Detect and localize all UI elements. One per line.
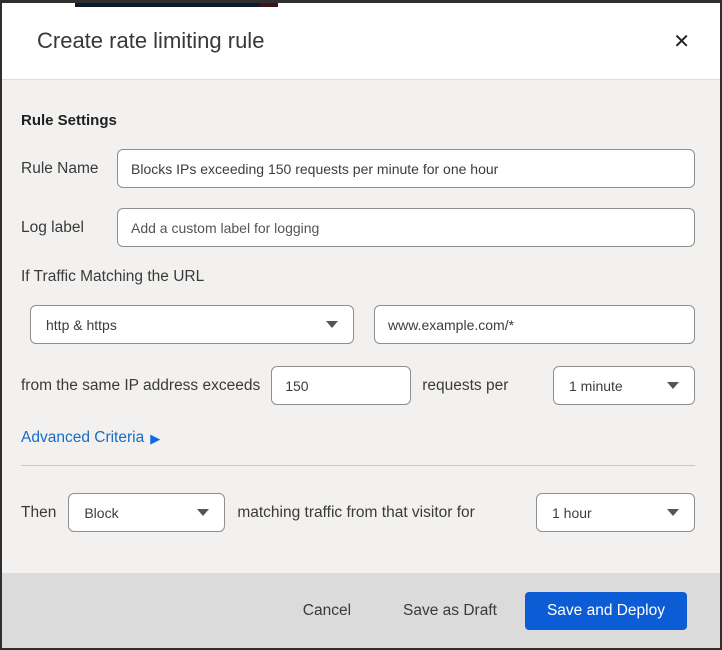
- close-button[interactable]: ✕: [669, 27, 694, 55]
- url-pattern-input[interactable]: [374, 305, 695, 344]
- dialog-header: Create rate limiting rule ✕: [2, 3, 720, 80]
- action-select-value: Block: [84, 504, 119, 521]
- action-row: Then Block matching traffic from that vi…: [21, 493, 695, 532]
- duration-select[interactable]: 1 hour: [536, 493, 695, 532]
- then-label: Then: [21, 503, 57, 521]
- action-select[interactable]: Block: [68, 493, 226, 532]
- create-rate-limiting-rule-dialog: Create rate limiting rule ✕ Rule Setting…: [0, 0, 722, 650]
- section-divider: [21, 465, 695, 466]
- threshold-middle-text: requests per: [422, 376, 509, 394]
- url-match-row: http & https: [21, 305, 695, 344]
- cancel-button[interactable]: Cancel: [293, 594, 361, 628]
- log-label-label: Log label: [21, 218, 84, 236]
- rule-name-input[interactable]: [117, 149, 695, 188]
- scheme-select-value: http & https: [46, 316, 117, 333]
- advanced-criteria-link[interactable]: Advanced Criteria ▶: [21, 429, 160, 447]
- rule-settings-heading: Rule Settings: [21, 112, 117, 129]
- chevron-down-icon: [667, 382, 679, 389]
- log-label-input[interactable]: [117, 208, 695, 247]
- scheme-select[interactable]: http & https: [30, 305, 354, 344]
- save-and-deploy-button[interactable]: Save and Deploy: [524, 591, 687, 630]
- top-edge-strip: [75, 3, 260, 7]
- duration-select-value: 1 hour: [552, 504, 592, 521]
- rule-name-row: Rule Name: [21, 149, 695, 188]
- dialog-footer: Cancel Save as Draft Save and Deploy: [2, 573, 720, 648]
- advanced-criteria-label: Advanced Criteria: [21, 429, 145, 446]
- period-select-value: 1 minute: [569, 377, 623, 394]
- expand-right-arrow-icon: ▶: [150, 430, 161, 446]
- traffic-match-intro: If Traffic Matching the URL: [21, 268, 205, 285]
- rule-name-label: Rule Name: [21, 159, 99, 177]
- log-label-row: Log label: [21, 208, 695, 247]
- dialog-body: Rule Settings Rule Name Log label If Tra…: [2, 112, 720, 532]
- threshold-row: from the same IP address exceeds request…: [21, 366, 695, 405]
- chevron-down-icon: [667, 509, 679, 516]
- top-edge-strip-accent: [260, 3, 278, 7]
- action-middle-text: matching traffic from that visitor for: [237, 503, 475, 521]
- period-select[interactable]: 1 minute: [553, 366, 695, 405]
- chevron-down-icon: [197, 509, 210, 516]
- close-icon: ✕: [673, 29, 690, 53]
- chevron-down-icon: [326, 321, 338, 328]
- save-as-draft-button[interactable]: Save as Draft: [393, 594, 507, 628]
- request-count-input[interactable]: [271, 366, 412, 405]
- threshold-prefix-text: from the same IP address exceeds: [21, 376, 261, 394]
- dialog-title: Create rate limiting rule: [37, 28, 265, 53]
